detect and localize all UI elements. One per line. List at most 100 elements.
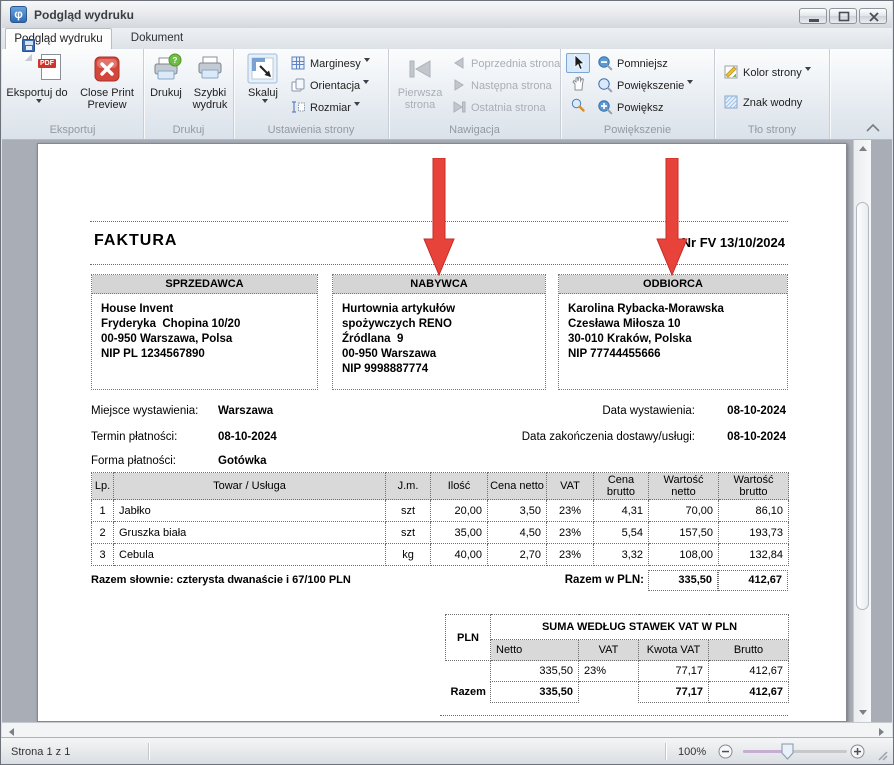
col-header: Ilość bbox=[431, 473, 488, 500]
last-page-button[interactable]: Ostatnia strona bbox=[451, 98, 546, 118]
prev-page-icon bbox=[451, 55, 467, 71]
col-header: VAT bbox=[547, 473, 594, 500]
zoom-in-button[interactable]: Powiększ bbox=[597, 98, 663, 118]
col-header: Wartość brutto bbox=[719, 473, 789, 500]
group-tlo-strony: Kolor strony Znak wodny Tło strony bbox=[715, 49, 830, 139]
due-date-label: Termin płatności: bbox=[91, 431, 177, 443]
svg-text:?: ? bbox=[173, 56, 178, 65]
hand-icon bbox=[570, 75, 586, 92]
resize-grip[interactable] bbox=[876, 748, 888, 760]
collapse-ribbon-button[interactable] bbox=[863, 121, 883, 135]
chevron-up-icon bbox=[863, 121, 883, 135]
minimize-button[interactable] bbox=[799, 8, 827, 24]
export-to-button[interactable]: PDF Eksportuj do bbox=[6, 53, 68, 121]
close-preview-icon bbox=[91, 53, 123, 85]
col-header: Towar / Usługa bbox=[114, 473, 386, 500]
orientation-button[interactable]: Orientacja bbox=[290, 76, 369, 96]
vat-summary-table: PLN SUMA WEDŁUG STAWEK VAT W PLN Netto V… bbox=[445, 614, 789, 703]
seller-box: SPRZEDAWCA House Invent Fryderyka Chopin… bbox=[91, 274, 318, 390]
dropdown-caret bbox=[363, 80, 369, 87]
pointer-tool-button[interactable] bbox=[566, 53, 590, 73]
plus-circle-icon bbox=[850, 744, 865, 759]
col-header: Wartość netto bbox=[649, 473, 719, 500]
close-button[interactable] bbox=[859, 8, 887, 24]
page-indicator: Strona 1 z 1 bbox=[11, 746, 70, 758]
size-button[interactable]: Rozmiar bbox=[290, 98, 360, 118]
first-page-icon bbox=[404, 53, 436, 85]
quick-print-button[interactable]: Szybki wydruk bbox=[188, 53, 232, 121]
zoom-level-button[interactable]: Powiększenie bbox=[597, 76, 693, 96]
maximize-button[interactable] bbox=[829, 8, 857, 24]
receiver-line: 30-010 Kraków, Polska bbox=[568, 332, 778, 347]
group-drukuj: ? Drukuj Szybki wydruk Drukuj bbox=[144, 49, 234, 139]
vat-header-row: Netto VAT Kwota VAT Brutto bbox=[446, 640, 789, 661]
zoom-out-button[interactable]: Pomniejsz bbox=[597, 54, 668, 74]
pan-tool-button[interactable] bbox=[566, 75, 590, 95]
items-table: Lp. Towar / Usługa J.m. Ilość Cena netto… bbox=[91, 472, 789, 566]
buyer-header: NABYWCA bbox=[333, 275, 545, 294]
buyer-box: NABYWCA Hurtownia artykułów spożywczych … bbox=[332, 274, 546, 390]
maximize-icon bbox=[830, 9, 858, 25]
quick-print-icon bbox=[194, 53, 226, 85]
table-row: 2 Gruszka biała szt 35,00 4,50 23% 5,54 … bbox=[92, 522, 789, 544]
issue-date-value: 08-10-2024 bbox=[727, 405, 786, 417]
annotation-arrow-nabywca bbox=[421, 158, 457, 276]
dropdown-caret bbox=[262, 99, 268, 106]
buyer-line: 00-950 Warszawa bbox=[342, 347, 536, 362]
vat-data-row: 335,50 23% 77,17 412,67 bbox=[446, 661, 789, 682]
seller-line: House Invent bbox=[101, 302, 308, 317]
page-color-icon bbox=[723, 64, 739, 80]
zoom-icon bbox=[597, 77, 613, 93]
scale-icon bbox=[247, 53, 279, 85]
next-page-icon bbox=[451, 77, 467, 93]
seller-line: 00-950 Warszawa, Polsa bbox=[101, 332, 308, 347]
tab-dokument[interactable]: Dokument bbox=[114, 28, 200, 49]
zoom-tool-button[interactable] bbox=[566, 97, 590, 117]
close-print-preview-button[interactable]: Close Print Preview bbox=[72, 53, 142, 121]
orientation-icon bbox=[290, 77, 306, 93]
next-page-button[interactable]: Następna strona bbox=[451, 76, 552, 96]
seller-header: SPRZEDAWCA bbox=[92, 275, 317, 294]
printer-icon: ? bbox=[150, 53, 182, 85]
group-label-tlo: Tło strony bbox=[715, 124, 829, 136]
vertical-scrollbar-thumb[interactable] bbox=[856, 202, 869, 610]
col-header: J.m. bbox=[386, 473, 431, 500]
scroll-down-arrow[interactable] bbox=[859, 710, 867, 715]
zoom-out-slider-button[interactable] bbox=[718, 744, 733, 759]
dropdown-caret bbox=[36, 99, 42, 106]
dropdown-caret bbox=[354, 102, 360, 109]
invoice-title: FAKTURA bbox=[94, 232, 177, 250]
scroll-right-arrow[interactable] bbox=[879, 728, 884, 736]
delivery-date-value: 08-10-2024 bbox=[727, 431, 786, 443]
watermark-button[interactable]: Znak wodny bbox=[723, 93, 802, 113]
scroll-up-arrow[interactable] bbox=[859, 146, 867, 151]
last-page-icon bbox=[451, 99, 467, 115]
dropdown-caret bbox=[364, 58, 370, 65]
scale-button[interactable]: Skaluj bbox=[240, 53, 286, 121]
annotation-arrow-odbiorca bbox=[654, 158, 690, 276]
zoom-slider-track[interactable] bbox=[743, 750, 847, 753]
first-page-button[interactable]: Pierwsza strona bbox=[393, 53, 447, 121]
page-color-button[interactable]: Kolor strony bbox=[723, 63, 811, 83]
prev-page-button[interactable]: Poprzednia strona bbox=[451, 54, 560, 74]
scroll-left-arrow[interactable] bbox=[9, 728, 14, 736]
vertical-scrollbar[interactable] bbox=[853, 140, 871, 722]
zoom-slider-thumb[interactable] bbox=[781, 743, 794, 760]
col-header: Cena brutto bbox=[594, 473, 649, 500]
group-powiekszenie: Pomniejsz Powiększenie Powiększ Powiększ… bbox=[561, 49, 715, 139]
issue-place-value: Warszawa bbox=[218, 405, 273, 417]
dropdown-caret bbox=[805, 67, 811, 74]
document-viewport: FAKTURA Nr FV 13/10/2024 SPRZEDAWCA Hous… bbox=[2, 140, 892, 739]
vat-table-title: SUMA WEDŁUG STAWEK VAT W PLN bbox=[491, 615, 789, 640]
group-label-drukuj: Drukuj bbox=[144, 124, 233, 136]
group-eksportuj: PDF Eksportuj do Close Print Preview Eks… bbox=[2, 49, 144, 139]
margins-button[interactable]: Marginesy bbox=[290, 54, 370, 74]
zoom-level-text: 100% bbox=[678, 746, 706, 758]
group-label-ustawienia: Ustawienia strony bbox=[234, 124, 388, 136]
items-header-row: Lp. Towar / Usługa J.m. Ilość Cena netto… bbox=[92, 473, 789, 500]
close-icon bbox=[860, 9, 888, 25]
print-preview-window: φ Podgląd wydruku Podgląd wydruku Dokume… bbox=[0, 0, 894, 765]
zoom-in-slider-button[interactable] bbox=[850, 744, 865, 759]
minus-circle-icon bbox=[718, 744, 733, 759]
print-button[interactable]: ? Drukuj bbox=[146, 53, 186, 121]
